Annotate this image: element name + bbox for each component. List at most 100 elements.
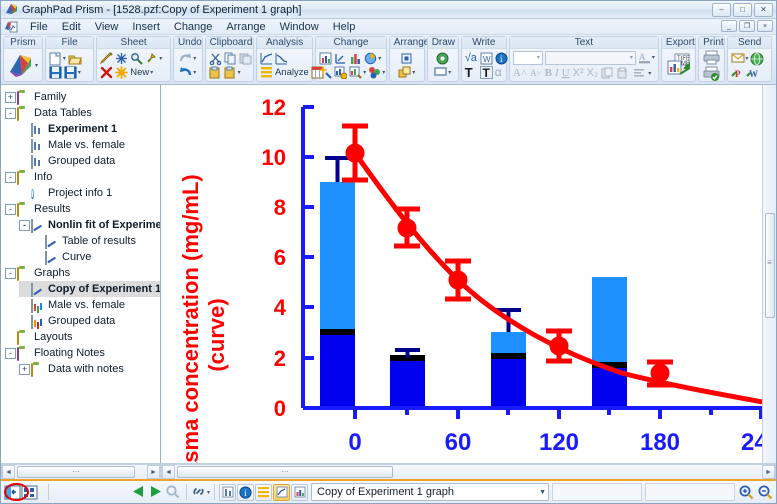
info-sheet-button[interactable]: i bbox=[237, 484, 254, 501]
email-icon[interactable] bbox=[731, 52, 744, 65]
menu-item-edit[interactable]: Edit bbox=[55, 20, 88, 34]
pie-clock-icon[interactable] bbox=[364, 52, 377, 65]
navigator-node-data-with-notes[interactable]: +Data with notes bbox=[19, 361, 160, 377]
bring-front-icon[interactable] bbox=[398, 66, 411, 79]
expand-icon[interactable]: + bbox=[5, 92, 16, 103]
paste-icon[interactable] bbox=[209, 66, 222, 79]
bar-graph-icon[interactable] bbox=[319, 52, 332, 65]
menu-item-change[interactable]: Change bbox=[167, 20, 220, 34]
axes-icon[interactable] bbox=[334, 52, 347, 65]
email-chevron-down-icon[interactable]: ▾ bbox=[745, 55, 748, 62]
font-color-A-icon[interactable]: A bbox=[638, 51, 651, 64]
magnifier-pen-icon[interactable] bbox=[130, 52, 143, 65]
navigator-node-data-tables[interactable]: -Data Tables bbox=[5, 105, 160, 121]
collapse-icon[interactable]: - bbox=[19, 220, 30, 231]
minimize-button[interactable]: – bbox=[712, 3, 731, 17]
paste-special-icon[interactable] bbox=[224, 66, 237, 79]
zoom-in-icon[interactable] bbox=[738, 484, 754, 500]
rectangle-icon[interactable] bbox=[434, 66, 447, 79]
collapse-icon[interactable]: - bbox=[5, 268, 16, 279]
sheet-gallery-icon[interactable] bbox=[21, 484, 38, 501]
superscript-icon[interactable]: X² bbox=[573, 67, 584, 79]
shape-palette-icon[interactable] bbox=[436, 52, 449, 65]
colored-bars-icon[interactable] bbox=[349, 52, 362, 65]
navigator-node-grouped-data[interactable]: Grouped data bbox=[19, 313, 160, 329]
doc-close-button[interactable]: × bbox=[757, 20, 773, 32]
graph-scroll-thumb[interactable]: ⋯ bbox=[177, 466, 393, 478]
navigator-node-layouts[interactable]: Layouts bbox=[5, 329, 160, 345]
navigator-node-copy-of-experiment-1-graph[interactable]: Copy of Experiment 1 graph bbox=[19, 281, 160, 297]
subscript-icon[interactable]: X₂ bbox=[587, 67, 599, 79]
sqrt-icon[interactable]: √a bbox=[465, 52, 478, 65]
format-graph-icon[interactable] bbox=[349, 66, 362, 79]
add-data-icon[interactable] bbox=[334, 66, 347, 79]
menu-item-window[interactable]: Window bbox=[273, 20, 326, 34]
snowflake-icon[interactable] bbox=[115, 52, 128, 65]
prism-graph[interactable]: Plasma concentration (mg/mL) (curve) 12 … bbox=[162, 85, 764, 463]
redo-arrow-icon[interactable] bbox=[179, 52, 192, 65]
navigator-node-results[interactable]: -Results bbox=[5, 201, 160, 217]
zoom-out-icon[interactable] bbox=[757, 484, 773, 500]
globe-icon[interactable] bbox=[750, 52, 763, 65]
copy-format-icon[interactable] bbox=[601, 67, 614, 80]
navigator-node-floating-notes[interactable]: -Floating Notes bbox=[5, 345, 160, 361]
right-triangle-green-icon[interactable] bbox=[148, 484, 165, 501]
new-sheet-chevron-down-icon[interactable]: ▾ bbox=[150, 69, 153, 76]
export-image-icon[interactable]: TIFF EMF bbox=[666, 52, 692, 78]
rectangle-chevron-down-icon[interactable]: ▾ bbox=[448, 69, 451, 76]
navigator-node-experiment-1[interactable]: Experiment 1 bbox=[19, 121, 160, 137]
red-x-icon[interactable] bbox=[100, 66, 113, 79]
copy-special-icon[interactable] bbox=[239, 52, 252, 65]
doc-minimize-button[interactable]: _ bbox=[721, 20, 737, 32]
analyze-lines-icon[interactable] bbox=[260, 66, 273, 79]
word-doc-icon[interactable]: W bbox=[480, 52, 493, 65]
graph-vertical-scrollbar[interactable] bbox=[762, 85, 776, 463]
curve-chart-2-icon[interactable] bbox=[275, 52, 288, 65]
pencil-icon[interactable] bbox=[100, 52, 113, 65]
open-folder-icon[interactable] bbox=[68, 52, 81, 65]
prism-menu-chevron-down-icon[interactable]: ▾ bbox=[35, 62, 38, 69]
info-blue-icon[interactable]: i bbox=[495, 52, 508, 65]
text-T-icon[interactable]: T bbox=[465, 66, 478, 79]
font-size-select[interactable]: ▾ bbox=[513, 51, 543, 65]
powerpoint-icon[interactable]: P bbox=[731, 66, 744, 79]
new-sheet-label[interactable]: New bbox=[130, 67, 149, 78]
nav-scroll-right-arrow-icon[interactable]: ► bbox=[147, 465, 160, 479]
prism-prism-icon[interactable] bbox=[8, 52, 34, 78]
collapse-icon[interactable]: - bbox=[5, 348, 16, 359]
navigator-node-graphs[interactable]: -Graphs bbox=[5, 265, 160, 281]
graph-scroll-left-arrow-icon[interactable]: ◄ bbox=[162, 465, 175, 479]
sheet-selector-combobox[interactable]: Copy of Experiment 1 graph ▼ bbox=[311, 483, 549, 501]
navigator-node-table-of-results[interactable]: Table of results bbox=[33, 233, 160, 249]
font-family-select[interactable]: ▾ bbox=[545, 51, 636, 65]
collapse-icon[interactable]: - bbox=[5, 204, 16, 215]
printer-check-icon[interactable] bbox=[703, 66, 721, 81]
alpha-icon[interactable]: α bbox=[495, 66, 508, 79]
shrink-font-icon[interactable]: A˅ bbox=[530, 68, 542, 78]
new-file-chevron-down-icon[interactable]: ▾ bbox=[63, 55, 66, 62]
graph-scroll-right-arrow-icon[interactable]: ► bbox=[762, 465, 775, 479]
navigator-pane-icon[interactable] bbox=[4, 484, 21, 501]
color-balls-icon[interactable] bbox=[368, 66, 381, 79]
save-as-chevron-down-icon[interactable]: ▾ bbox=[78, 69, 81, 76]
pushpin-icon[interactable] bbox=[145, 52, 158, 65]
paste-chevron-down-icon[interactable]: ▾ bbox=[238, 69, 241, 76]
paste-format-icon[interactable] bbox=[617, 67, 630, 80]
nav-scroll-left-arrow-icon[interactable]: ◄ bbox=[2, 465, 15, 479]
font-color-chevron-down-icon[interactable]: ▾ bbox=[652, 54, 655, 61]
scissors-icon[interactable] bbox=[209, 52, 222, 65]
navigator-node-grouped-data[interactable]: Grouped data bbox=[19, 153, 160, 169]
graph-horizontal-scrollbar[interactable]: ◄ ⋯ ► bbox=[161, 464, 776, 480]
navigator-horizontal-scrollbar[interactable]: ◄ ⋯ ► bbox=[1, 464, 161, 480]
data-table-sheet-button[interactable] bbox=[219, 484, 236, 501]
grow-font-icon[interactable]: A˄ bbox=[513, 67, 527, 79]
new-star-icon[interactable] bbox=[115, 66, 128, 79]
graph-sheet-button[interactable] bbox=[273, 484, 290, 501]
save-disk-icon[interactable] bbox=[49, 66, 62, 79]
nav-scroll-thumb[interactable]: ⋯ bbox=[17, 466, 135, 478]
results-sheet-button[interactable] bbox=[255, 484, 272, 501]
undo-chevron-down-icon[interactable]: ▾ bbox=[193, 69, 196, 76]
graph-sheet-pane[interactable]: Plasma concentration (mg/mL) (curve) 12 … bbox=[162, 85, 776, 463]
navigator-node-project-info-1[interactable]: iProject info 1 bbox=[19, 185, 160, 201]
printer-icon[interactable] bbox=[703, 50, 721, 65]
